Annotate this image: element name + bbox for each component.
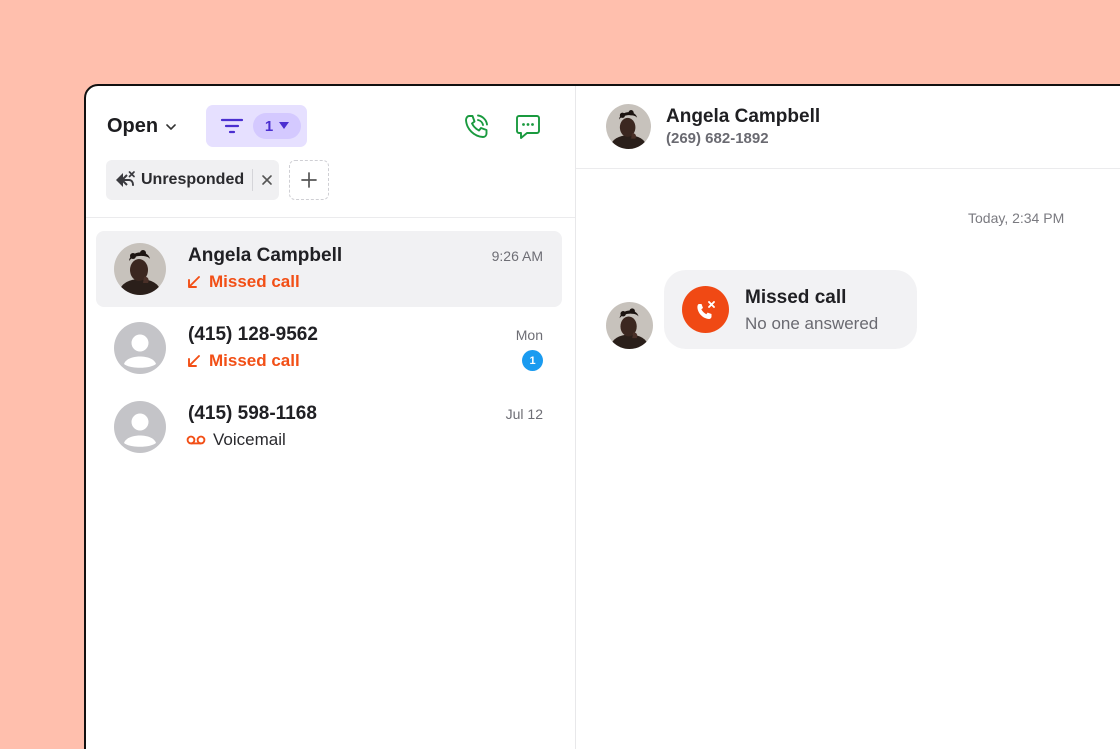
avatar[interactable] [606,104,651,149]
filter-icon [220,118,244,134]
contact-name: (415) 128-9562 [188,324,318,345]
contact-name: Angela Campbell [188,245,343,266]
timestamp: Mon [515,327,543,343]
conversation-item[interactable]: (415) 128-9562 Missed call Mon 1 [96,310,562,386]
avatar-placeholder [114,401,166,453]
avatar-placeholder [114,322,166,374]
remove-chip-button[interactable] [260,173,274,187]
missed-call-message[interactable]: Missed call No one answered [664,270,917,349]
activity-label: Missed call [209,272,300,291]
header-contact-name: Angela Campbell [666,106,821,127]
last-activity: Missed call [186,272,300,292]
add-filter-button[interactable] [289,160,329,200]
message-title: Missed call [745,287,847,308]
filter-count: 1 [264,117,274,135]
message-button[interactable] [512,111,544,143]
list-toolbar: Open 1 Unresponded [86,86,575,218]
conversation-item[interactable]: (415) 598-1168 Voicemail Jul 12 [96,389,562,465]
message-timestamp: Today, 2:34 PM [968,210,1065,226]
avatar [114,243,166,295]
unread-badge: 1 [522,350,543,371]
unresponded-filter-chip: Unresponded [106,160,279,200]
arrow-down-left-icon [188,276,200,288]
status-dropdown[interactable]: Open [107,115,178,138]
phone-missed-icon [682,286,729,333]
reply-all-x-icon [116,171,135,187]
chip-divider [252,169,254,191]
message-avatar [606,302,653,349]
conversation-header: Angela Campbell (269) 682-1892 [576,86,1120,169]
conversation-list-panel: Open 1 Unresponded Angela Campbell Misse… [86,86,576,749]
activity-label: Voicemail [213,430,286,449]
timestamp: Jul 12 [505,406,543,422]
plus-icon [301,172,317,188]
header-contact-phone: (269) 682-1892 [666,130,769,147]
conversation-detail-panel: Angela Campbell (269) 682-1892 Today, 2:… [576,86,1120,749]
app-window: Open 1 Unresponded Angela Campbell Misse… [84,84,1120,749]
message-subtitle: No one answered [745,314,879,333]
phone-icon [465,114,488,138]
conversation-item[interactable]: Angela Campbell Missed call 9:26 AM [96,231,562,307]
call-button[interactable] [460,111,492,143]
last-activity: Missed call [186,351,300,371]
contact-name: (415) 598-1168 [188,403,317,424]
filter-button[interactable]: 1 [206,105,307,147]
close-icon [262,175,272,185]
arrow-down-left-icon [188,355,200,367]
chat-icon [516,115,540,139]
voicemail-icon [186,435,206,445]
last-activity: Voicemail [186,430,286,450]
chevron-down-icon [166,123,176,130]
timestamp: 9:26 AM [491,248,543,264]
activity-label: Missed call [209,351,300,370]
caret-down-icon [279,122,290,129]
filter-count-pill[interactable]: 1 [253,113,301,139]
status-dropdown-label: Open [107,115,159,137]
chip-label: Unresponded [141,171,245,188]
